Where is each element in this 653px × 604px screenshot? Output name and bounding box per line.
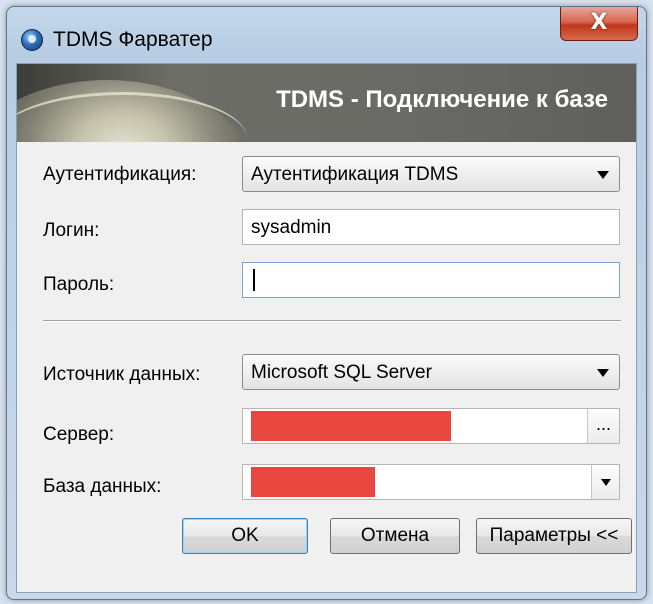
redacted-server-value xyxy=(251,411,451,441)
title-bar[interactable]: TDMS Фарватер X xyxy=(7,7,646,63)
redacted-database-value xyxy=(251,467,375,497)
close-button[interactable]: X xyxy=(560,7,638,41)
text-caret xyxy=(253,269,255,291)
login-input[interactable]: sysadmin xyxy=(242,209,620,245)
auth-label: Аутентификация: xyxy=(43,164,197,185)
banner-decoration-arc xyxy=(17,92,247,142)
dialog-window: TDMS Фарватер X TDMS - Подключение к баз… xyxy=(6,6,647,600)
login-label: Логин: xyxy=(43,220,100,241)
banner-title: TDMS - Подключение к базе xyxy=(276,86,608,113)
datasource-label: Источник данных: xyxy=(43,364,201,385)
ok-button[interactable]: OK xyxy=(182,518,308,554)
auth-select[interactable]: Аутентификация TDMS xyxy=(242,156,620,192)
datasource-select-value: Microsoft SQL Server xyxy=(251,362,432,383)
parameters-button[interactable]: Параметры << xyxy=(476,518,632,554)
window-title: TDMS Фарватер xyxy=(53,28,213,51)
chevron-down-icon xyxy=(597,369,609,377)
dialog-client-area: TDMS - Подключение к базе Аутентификация… xyxy=(16,63,637,593)
password-input[interactable] xyxy=(242,262,620,298)
section-divider xyxy=(43,320,621,322)
server-browse-button[interactable]: ... xyxy=(587,409,619,443)
datasource-select[interactable]: Microsoft SQL Server xyxy=(242,354,620,390)
header-banner: TDMS - Подключение к базе xyxy=(17,64,636,142)
database-label: База данных: xyxy=(43,476,162,497)
server-input[interactable]: ... xyxy=(242,408,620,444)
password-label: Пароль: xyxy=(43,274,115,295)
database-dropdown-button[interactable] xyxy=(591,465,619,499)
app-logo-icon xyxy=(21,29,43,51)
auth-select-value: Аутентификация TDMS xyxy=(251,164,459,185)
cancel-button[interactable]: Отмена xyxy=(330,518,460,554)
chevron-down-icon xyxy=(601,479,611,486)
chevron-down-icon xyxy=(597,171,609,179)
server-label: Сервер: xyxy=(43,424,115,445)
login-input-value: sysadmin xyxy=(251,217,332,238)
database-combo[interactable] xyxy=(242,464,620,500)
